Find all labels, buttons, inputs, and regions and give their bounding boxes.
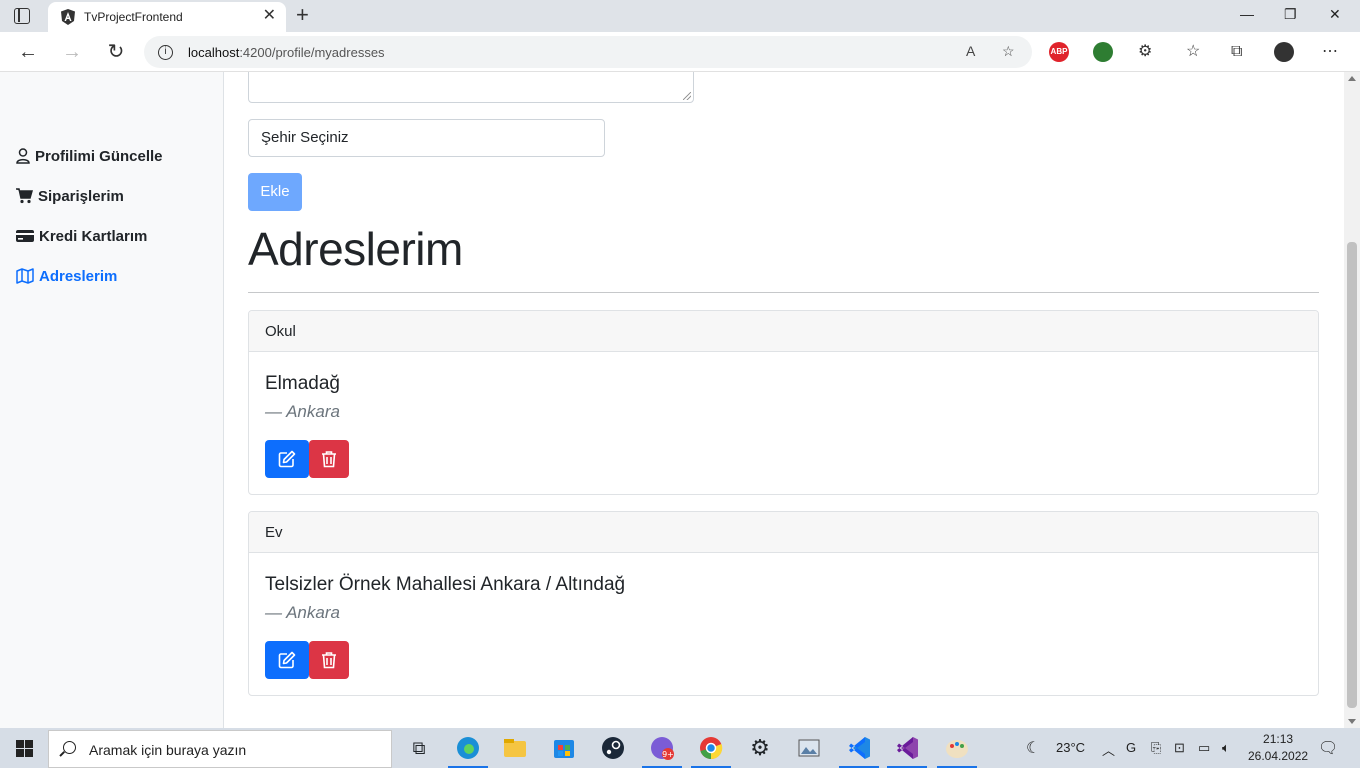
scrollbar-thumb[interactable]	[1347, 242, 1357, 708]
address-text: Elmadağ	[265, 373, 340, 394]
profile-sidebar: Profilimi Güncelle Siparişlerim Kredi Ka…	[0, 72, 224, 728]
address-city: — Ankara	[265, 402, 340, 421]
delete-address-button[interactable]	[309, 440, 349, 478]
credit-card-icon	[16, 230, 34, 242]
visual-studio-app-icon[interactable]	[887, 734, 927, 768]
address-card: Okul Elmadağ — Ankara	[248, 310, 1319, 495]
tray-device-icon[interactable]: ⎘	[1151, 740, 1161, 756]
tray-expand-icon[interactable]: ︿	[1102, 740, 1115, 759]
notifications-icon[interactable]: 🗨︎	[1318, 738, 1338, 758]
map-icon	[16, 268, 34, 284]
edit-icon	[278, 651, 296, 669]
steam-app-icon[interactable]	[599, 734, 627, 762]
tab-close-icon[interactable]: ✕	[263, 8, 276, 24]
paint-app-icon[interactable]	[937, 734, 977, 768]
page-content: Profilimi Güncelle Siparişlerim Kredi Ka…	[0, 72, 1344, 728]
address-textarea[interactable]	[248, 72, 694, 103]
more-menu-icon[interactable]: ⋯	[1322, 42, 1338, 62]
reload-icon[interactable]: ↻	[104, 40, 128, 64]
edge-app-icon[interactable]	[448, 734, 488, 768]
taskbar-search-placeholder: Aramak için buraya yazın	[89, 742, 247, 758]
collections-icon[interactable]: ⧉	[1231, 42, 1242, 62]
window-close-icon[interactable]: ✕	[1329, 6, 1341, 23]
url-text[interactable]: localhost:4200/profile/myadresses	[188, 45, 385, 60]
task-view-icon[interactable]: ⧉	[405, 734, 433, 762]
scroll-up-icon[interactable]	[1348, 76, 1356, 81]
browser-toolbar: ← → ↻ i localhost:4200/profile/myadresse…	[0, 32, 1360, 72]
page-title: Adreslerim	[248, 223, 463, 275]
windows-taskbar: Aramak için buraya yazın ⧉ 9+ ⚙ ☾ 23°C ︿…	[0, 728, 1360, 768]
tab-title: TvProjectFrontend	[84, 10, 183, 24]
address-name: Ev	[249, 512, 1318, 553]
chrome-app-icon[interactable]	[691, 734, 731, 768]
resize-handle-icon[interactable]	[683, 92, 691, 100]
user-icon	[16, 148, 30, 164]
extensions-icon[interactable]: ⚙	[1138, 42, 1152, 62]
tray-security-icon[interactable]: ⊡	[1174, 740, 1185, 756]
address-bar[interactable]: i localhost:4200/profile/myadresses A ☆	[144, 36, 1032, 68]
sidebar-item-orders[interactable]: Siparişlerim	[16, 184, 124, 208]
network-icon[interactable]: ▭	[1198, 740, 1210, 756]
restore-icon[interactable]: ❐	[1284, 6, 1297, 23]
game-app-icon[interactable]: 9+	[642, 734, 682, 768]
city-select[interactable]: Şehir Seçiniz	[248, 119, 605, 157]
heading-divider	[248, 292, 1319, 293]
add-address-button[interactable]: Ekle	[248, 173, 302, 211]
weather-moon-icon[interactable]: ☾	[1026, 738, 1040, 758]
photos-app-icon[interactable]	[795, 734, 823, 762]
system-clock[interactable]: 21:13 26.04.2022	[1248, 731, 1308, 765]
tab-actions-icon[interactable]	[14, 8, 30, 24]
edit-address-button[interactable]	[265, 440, 309, 478]
windows-start-icon[interactable]	[16, 740, 33, 757]
favorites-icon[interactable]: ☆	[1186, 42, 1200, 62]
vscode-app-icon[interactable]	[839, 734, 879, 768]
tray-app-icon[interactable]: G	[1126, 740, 1136, 755]
edit-icon	[278, 450, 296, 468]
clock-time: 21:13	[1263, 732, 1294, 746]
svg-text:9+: 9+	[662, 750, 674, 759]
file-explorer-icon[interactable]	[501, 734, 529, 762]
trash-icon	[322, 652, 336, 669]
angular-favicon-icon	[61, 9, 75, 25]
cart-icon	[16, 188, 33, 204]
address-text: Telsizler Örnek Mahallesi Ankara / Altın…	[265, 574, 626, 595]
address-card: Ev Telsizler Örnek Mahallesi Ankara / Al…	[248, 511, 1319, 696]
address-city: — Ankara	[265, 603, 340, 622]
adblock-plus-icon[interactable]: ABP	[1049, 42, 1069, 62]
sidebar-item-label: Siparişlerim	[38, 187, 124, 205]
trash-icon	[322, 451, 336, 468]
edit-address-button[interactable]	[265, 641, 309, 679]
delete-address-button[interactable]	[309, 641, 349, 679]
temperature[interactable]: 23°C	[1056, 740, 1085, 755]
read-aloud-icon[interactable]: A	[966, 43, 975, 59]
search-icon	[63, 741, 76, 754]
avatar[interactable]	[1274, 42, 1294, 62]
page-scrollbar[interactable]	[1344, 72, 1360, 728]
browser-tab[interactable]: TvProjectFrontend ✕	[48, 2, 286, 32]
forward-icon[interactable]: →	[60, 40, 84, 64]
store-app-icon[interactable]	[550, 734, 578, 762]
address-name: Okul	[249, 311, 1318, 352]
add-favorite-icon[interactable]: ☆	[1002, 43, 1015, 60]
volume-icon[interactable]: 🔈︎	[1222, 740, 1230, 756]
site-info-icon[interactable]: i	[158, 45, 173, 60]
clock-date: 26.04.2022	[1248, 749, 1309, 763]
taskbar-search-box[interactable]: Aramak için buraya yazın	[48, 730, 392, 768]
extension-globe-icon[interactable]	[1093, 42, 1113, 62]
browser-tab-bar: TvProjectFrontend ✕ + — ❐ ✕	[0, 0, 1360, 32]
sidebar-item-credit-cards[interactable]: Kredi Kartlarım	[16, 224, 147, 248]
scroll-down-icon[interactable]	[1348, 719, 1356, 724]
sidebar-item-label: Kredi Kartlarım	[39, 227, 148, 245]
sidebar-item-profile[interactable]: Profilimi Güncelle	[16, 144, 163, 168]
minimize-icon[interactable]: —	[1240, 6, 1254, 22]
back-icon[interactable]: ←	[16, 40, 40, 64]
new-tab-button[interactable]: +	[296, 4, 309, 26]
sidebar-item-label: Adreslerim	[39, 267, 118, 285]
settings-app-icon[interactable]: ⚙	[746, 734, 774, 762]
sidebar-item-label: Profilimi Güncelle	[35, 147, 163, 165]
sidebar-item-addresses[interactable]: Adreslerim	[16, 264, 117, 288]
